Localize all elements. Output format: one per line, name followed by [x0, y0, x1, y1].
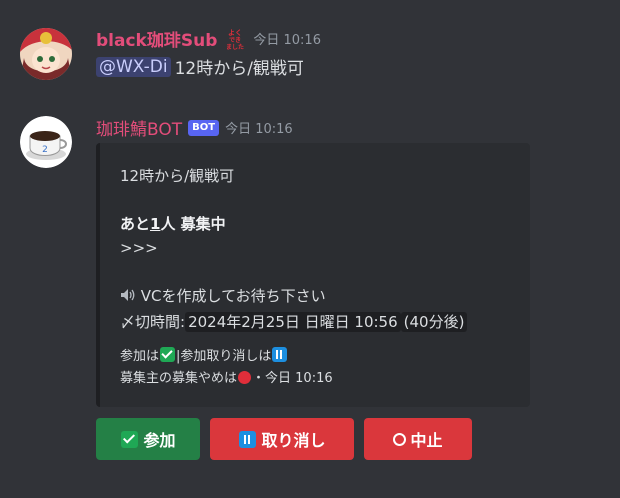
embed-footer-line-1: 参加は |参加取り消しは — [120, 345, 288, 364]
join-button[interactable]: 参加 — [96, 418, 200, 460]
message-header: black珈琲Sub よく でき ました 今日 10:16 — [96, 26, 321, 52]
recruit-suffix: 人 募集中 — [160, 215, 226, 233]
stop-label: 中止 — [410, 431, 443, 450]
join-label: 参加 — [143, 431, 176, 450]
message-content: @WX-Di 12時から/観戦可 — [96, 54, 304, 79]
embed-title-line: 12時から/観戦可 — [120, 167, 235, 185]
svg-text:よく: よく — [228, 29, 242, 37]
owner-text: 募集主の募集やめは — [120, 371, 238, 386]
embed-arrows: >>> — [120, 239, 158, 257]
svg-text:でき: でき — [229, 36, 241, 44]
embed-deadline: 〆切時間: 2024年2月25日 日曜日 10:56 (40分後) — [120, 311, 468, 332]
deadline-relative[interactable]: (40分後) — [400, 312, 468, 332]
deadline-timestamp[interactable]: 2024年2月25日 日曜日 10:56 — [185, 312, 401, 332]
check-icon — [121, 430, 139, 448]
pause-icon — [239, 430, 257, 448]
bot-avatar[interactable]: 2 — [20, 116, 72, 168]
recruit-count: 1 — [150, 215, 161, 233]
svg-text:2: 2 — [42, 145, 48, 155]
vc-text: VCを作成してお待ち下さい — [140, 287, 326, 305]
bot-tag: BOT — [188, 119, 220, 136]
stop-button[interactable]: 中止 — [364, 418, 472, 460]
join-text-b: |参加取り消しは — [176, 349, 272, 364]
circle-icon — [393, 432, 407, 446]
embed-vc-line: VCを作成してお待ち下さい — [120, 285, 326, 306]
kana-badge-icon: よく でき ました — [223, 27, 247, 51]
embed: 12時から/観戦可 あと1人 募集中 >>> VCを作成してお待ち下さい 〆切時… — [96, 143, 530, 407]
username[interactable]: black珈琲Sub — [96, 26, 217, 51]
pause-icon — [272, 347, 288, 362]
cancel-label: 取り消し — [261, 431, 326, 450]
bot-username[interactable]: 珈琲鯖BOT — [96, 115, 182, 140]
svg-text:ました: ました — [226, 43, 244, 51]
user-avatar[interactable] — [20, 28, 72, 80]
user-mention[interactable]: @WX-Di — [96, 56, 171, 77]
speaker-icon — [120, 287, 141, 305]
message-text: 12時から/観戦可 — [174, 59, 304, 79]
message-header: 珈琲鯖BOT BOT 今日 10:16 — [96, 115, 293, 140]
embed-footer-line-2: 募集主の募集やめは ・今日 10:16 — [120, 367, 333, 386]
red-circle-icon — [238, 371, 252, 384]
footer-time: ・今日 10:16 — [252, 371, 333, 386]
recruit-prefix: あと — [120, 215, 151, 233]
embed-recruit-status: あと1人 募集中 — [120, 213, 226, 234]
check-icon — [160, 347, 176, 362]
timestamp: 今日 10:16 — [225, 122, 293, 137]
deadline-label: 〆切時間: — [120, 313, 186, 331]
cancel-button[interactable]: 取り消し — [210, 418, 354, 460]
join-text-a: 参加は — [120, 349, 160, 364]
timestamp: 今日 10:16 — [253, 33, 321, 48]
